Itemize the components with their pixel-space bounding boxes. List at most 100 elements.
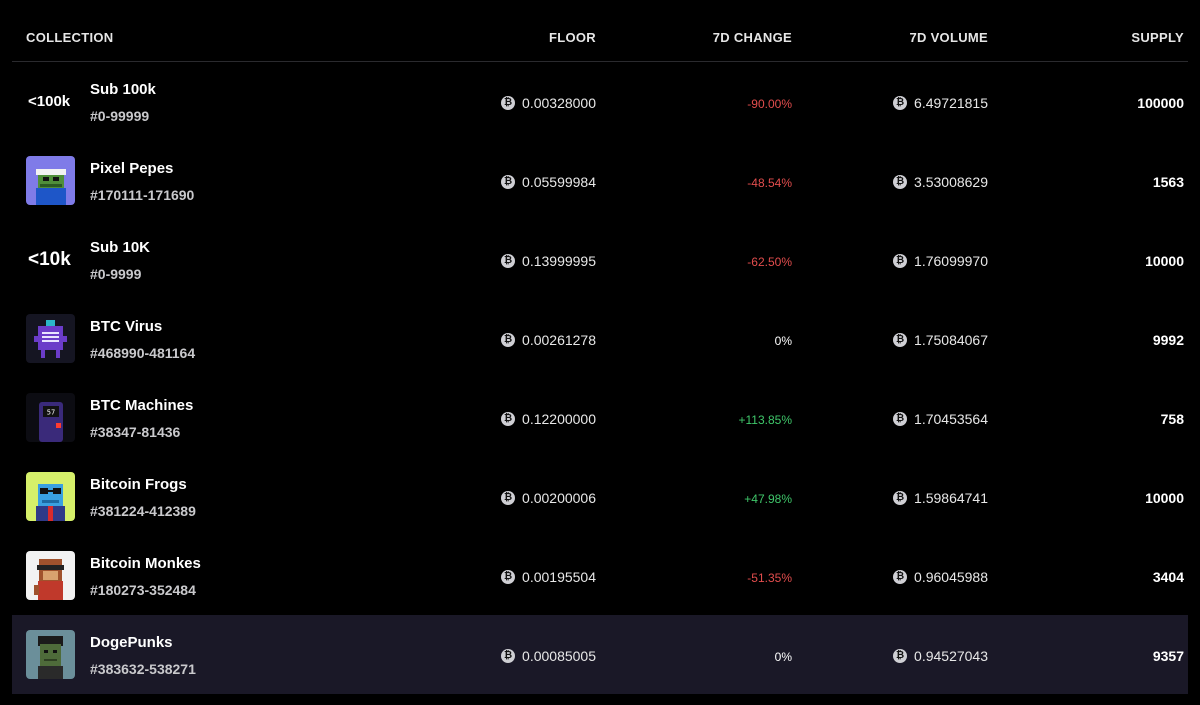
floor-price: ₿ 0.05599984: [501, 174, 596, 190]
table-row-highlighted[interactable]: DogePunks #383632-538271 ₿ 0.00085005 0% …: [12, 615, 1188, 694]
bitcoin-icon: ₿: [501, 649, 516, 663]
table-row[interactable]: Bitcoin Monkes #180273-352484 ₿ 0.0019550…: [12, 536, 1188, 615]
floor-price: ₿ 0.00195504: [501, 569, 596, 585]
table-header: COLLECTION FLOOR 7D CHANGE 7D VOLUME SUP…: [12, 0, 1188, 62]
floor-value: 0.05599984: [522, 174, 596, 190]
inscription-range: #381224-412389: [90, 503, 196, 519]
supply-value: 10000: [1145, 253, 1184, 269]
bitcoin-icon: ₿: [893, 96, 908, 110]
volume-value: 0.94527043: [914, 648, 988, 664]
collection-name[interactable]: Bitcoin Frogs: [90, 476, 187, 493]
table-row[interactable]: BTC Virus #468990-481164 ₿ 0.00261278 0% …: [12, 299, 1188, 378]
bitcoin-icon: ₿: [893, 649, 908, 663]
bitcoin-icon: ₿: [501, 570, 516, 584]
volume-value: 1.70453564: [914, 411, 988, 427]
floor-value: 0.00200006: [522, 490, 596, 506]
collection-thumbnail: <10k: [28, 248, 71, 270]
header-7d-volume[interactable]: 7D VOLUME: [909, 30, 988, 45]
volume-value: 6.49721815: [914, 95, 988, 111]
header-7d-change[interactable]: 7D CHANGE: [713, 30, 792, 45]
inscription-range: #38347-81436: [90, 424, 181, 440]
collection-name[interactable]: Sub 10K: [90, 239, 150, 256]
dogepunk-icon: [26, 630, 75, 679]
bitcoin-icon: ₿: [893, 570, 908, 584]
collection-name[interactable]: Pixel Pepes: [90, 160, 173, 177]
collection-name[interactable]: BTC Virus: [90, 318, 162, 335]
volume: ₿ 1.59864741: [893, 490, 988, 506]
collections-table: COLLECTION FLOOR 7D CHANGE 7D VOLUME SUP…: [12, 0, 1188, 694]
change-value: -90.00%: [747, 97, 792, 111]
collection-name[interactable]: DogePunks: [90, 634, 173, 651]
floor-price: ₿ 0.00261278: [501, 332, 596, 348]
bitcoin-icon: ₿: [893, 491, 908, 505]
bitcoin-icon: ₿: [501, 96, 516, 110]
volume: ₿ 6.49721815: [893, 95, 988, 111]
table-row[interactable]: Bitcoin Frogs #381224-412389 ₿ 0.00200006…: [12, 457, 1188, 536]
bitcoin-icon: ₿: [893, 175, 908, 189]
floor-value: 0.00085005: [522, 648, 596, 664]
volume: ₿ 1.75084067: [893, 332, 988, 348]
volume-value: 0.96045988: [914, 569, 988, 585]
collection-thumbnail: <100k: [28, 93, 71, 110]
floor-value: 0.00328000: [522, 95, 596, 111]
supply-value: 100000: [1137, 95, 1184, 111]
volume-value: 1.76099970: [914, 253, 988, 269]
floor-price: ₿ 0.00200006: [501, 490, 596, 506]
floor-price: ₿ 0.12200000: [501, 411, 596, 427]
bitcoin-icon: ₿: [501, 175, 516, 189]
change-value: -62.50%: [747, 255, 792, 269]
change-value: 0%: [774, 650, 792, 664]
inscription-range: #180273-352484: [90, 582, 196, 598]
header-collection[interactable]: COLLECTION: [26, 30, 114, 45]
bitcoin-icon: ₿: [501, 412, 516, 426]
bitcoin-icon: ₿: [501, 254, 516, 268]
btc-virus-icon: [26, 314, 75, 363]
inscription-range: #170111-171690: [90, 187, 195, 203]
machine-number-label: 57: [47, 409, 55, 417]
floor-value: 0.00261278: [522, 332, 596, 348]
change-value: 0%: [774, 334, 792, 348]
supply-value: 758: [1160, 411, 1184, 427]
table-row[interactable]: 57 BTC Machines #38347-81436 ₿ 0.12200000…: [12, 378, 1188, 457]
header-floor[interactable]: FLOOR: [549, 30, 596, 45]
bitcoin-frog-icon: [26, 472, 75, 521]
pixel-pepe-icon: [26, 156, 75, 205]
change-value: -48.54%: [747, 176, 792, 190]
inscription-range: #383632-538271: [90, 661, 196, 677]
header-supply[interactable]: SUPPLY: [1131, 30, 1184, 45]
floor-value: 0.12200000: [522, 411, 596, 427]
change-value: +113.85%: [738, 413, 793, 427]
inscription-range: #0-99999: [90, 108, 150, 124]
supply-value: 1563: [1152, 174, 1184, 190]
floor-value: 0.00195504: [522, 569, 596, 585]
bitcoin-icon: ₿: [893, 254, 908, 268]
bitcoin-icon: ₿: [893, 412, 908, 426]
inscription-range: #0-9999: [90, 266, 142, 282]
bitcoin-monke-icon: [26, 551, 75, 600]
supply-value: 9992: [1152, 332, 1184, 348]
floor-price: ₿ 0.00085005: [501, 648, 596, 664]
volume-value: 1.75084067: [914, 332, 988, 348]
table-row[interactable]: Pixel Pepes #170111-171690 ₿ 0.05599984 -…: [12, 141, 1188, 220]
floor-price: ₿ 0.00328000: [501, 95, 596, 111]
supply-value: 9357: [1152, 648, 1184, 664]
table-row[interactable]: <10k Sub 10K #0-9999 ₿ 0.13999995 -62.50%…: [12, 220, 1188, 299]
collection-name[interactable]: Sub 100k: [90, 81, 156, 98]
table-row[interactable]: <100k Sub 100k #0-99999 ₿ 0.00328000 -90.…: [12, 62, 1188, 141]
volume-value: 3.53008629: [914, 174, 988, 190]
volume-value: 1.59864741: [914, 490, 988, 506]
btc-machine-icon: 57: [26, 393, 75, 442]
collection-name[interactable]: Bitcoin Monkes: [90, 555, 201, 572]
bitcoin-icon: ₿: [501, 333, 516, 347]
supply-value: 3404: [1152, 569, 1184, 585]
volume: ₿ 0.94527043: [893, 648, 988, 664]
supply-value: 10000: [1145, 490, 1184, 506]
bitcoin-icon: ₿: [893, 333, 908, 347]
inscription-range: #468990-481164: [90, 345, 196, 361]
volume: ₿ 1.70453564: [893, 411, 988, 427]
floor-value: 0.13999995: [522, 253, 596, 269]
collection-name[interactable]: BTC Machines: [90, 397, 193, 414]
change-value: -51.35%: [747, 571, 792, 585]
volume: ₿ 3.53008629: [893, 174, 988, 190]
volume: ₿ 0.96045988: [893, 569, 988, 585]
